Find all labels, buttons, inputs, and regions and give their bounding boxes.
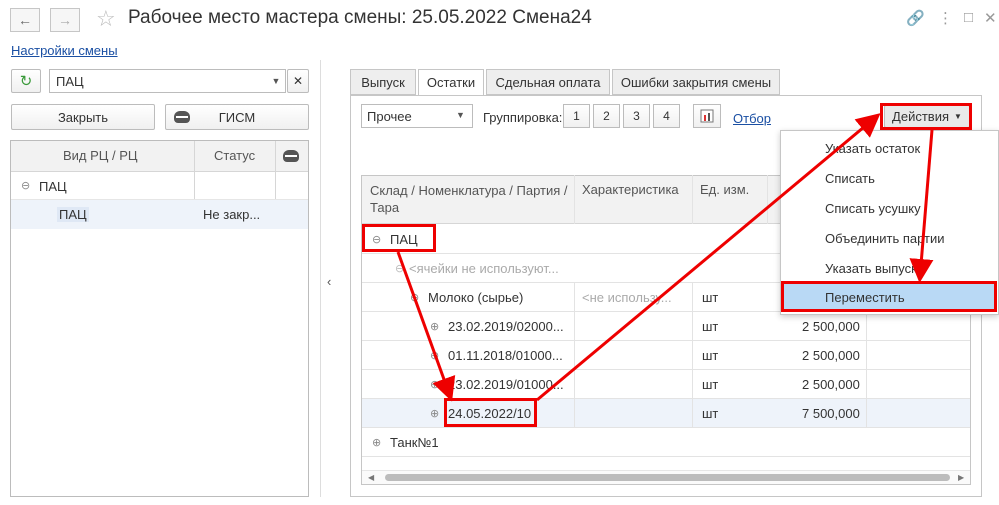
- annotation-arrows: [396, 113, 934, 402]
